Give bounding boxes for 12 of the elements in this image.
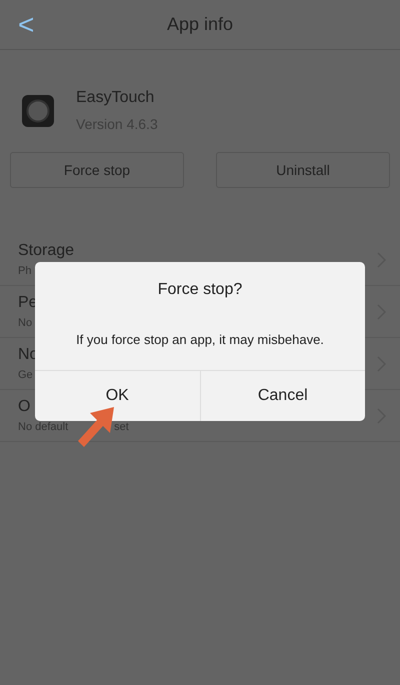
app-icon [22, 94, 54, 126]
dialog-message: If you force stop an app, it may misbehave. [75, 331, 325, 349]
dialog-title: Force stop? [156, 280, 244, 300]
setting-title: Storage [18, 241, 76, 262]
dialog-button[interactable]: Cancel [200, 371, 365, 421]
action-button[interactable]: Force stop [10, 152, 184, 188]
screen-title: App info [166, 13, 234, 36]
setting-title: O [18, 397, 32, 418]
app-name: EasyTouch [76, 88, 156, 108]
action-button[interactable]: Uninstall [216, 152, 390, 188]
back-button[interactable]: < [18, 10, 34, 38]
dialog-button[interactable]: OK [35, 371, 200, 421]
